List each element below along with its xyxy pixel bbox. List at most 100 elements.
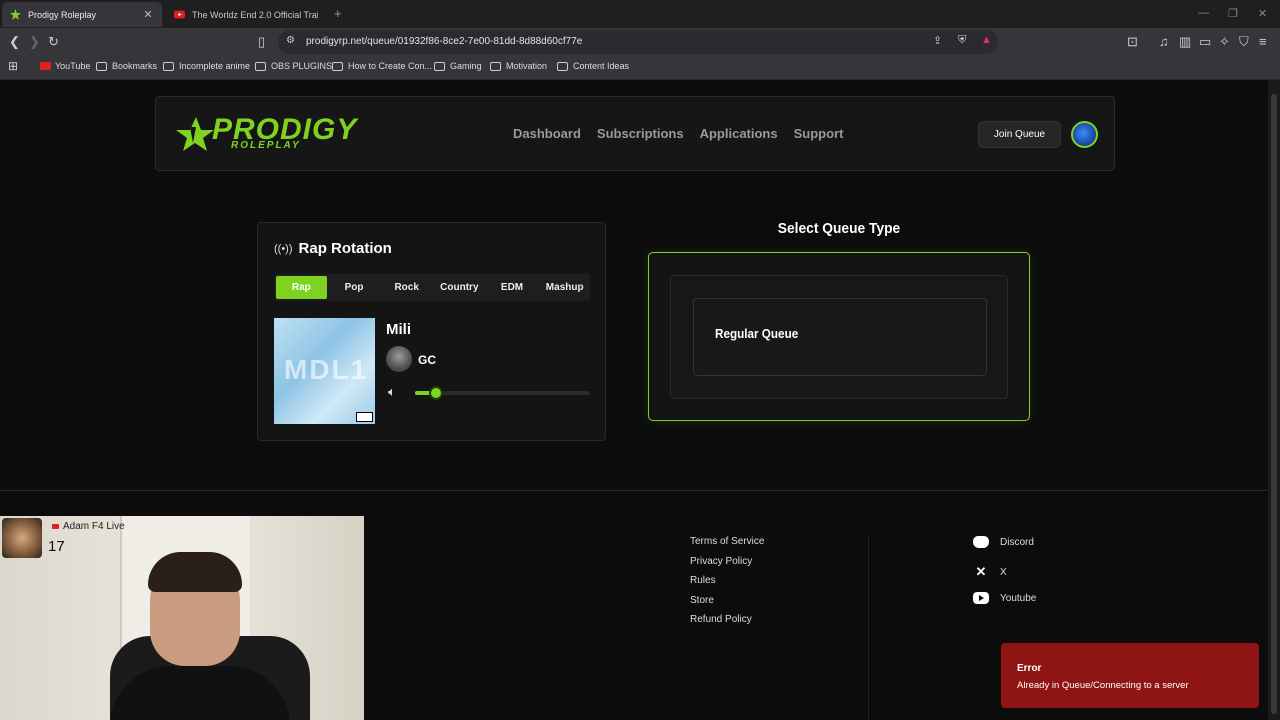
minimize-icon[interactable]: — (1198, 7, 1209, 19)
folder-icon (434, 61, 445, 71)
bookmark-label: Motivation (506, 61, 548, 71)
player-header: ((•)) Rap Rotation (274, 240, 392, 257)
window-close-icon[interactable]: ✕ (1258, 7, 1267, 20)
close-tab-icon[interactable]: ✕ (142, 8, 154, 21)
genre-tab-mashup[interactable]: Mashup (539, 276, 590, 299)
bookmark-label: Gaming (450, 61, 482, 71)
bookmark-how-to-create[interactable]: How to Create Con... (332, 61, 432, 71)
genre-tab-rap[interactable]: Rap (276, 276, 327, 299)
player-title: Rap Rotation (298, 240, 392, 257)
youtube-icon (40, 62, 51, 70)
tab-worldz-end-trailer[interactable]: The Worldz End 2.0 Official Trailer 4K (166, 2, 326, 27)
wallet-icon[interactable]: ▭ (1199, 34, 1211, 50)
forward-icon[interactable]: ❯ (29, 34, 40, 50)
discord-icon (973, 536, 989, 548)
user-avatar[interactable] (1071, 121, 1098, 148)
address-bar[interactable]: ⚙ prodigyrp.net/queue/01932f86-8ce2-7e00… (278, 30, 998, 54)
media-icon[interactable]: ♫ (1159, 34, 1169, 49)
genre-tabs: Rap Pop Rock Country EDM Mashup (274, 274, 590, 301)
brave-shield-icon[interactable]: ⛨ (958, 34, 966, 47)
bookmark-label: Bookmarks (112, 61, 158, 71)
bookmark-label: How to Create Con... (348, 61, 433, 71)
volume-icon[interactable]: 🔈︎ (388, 384, 396, 400)
social-link-youtube[interactable]: Youtube (973, 592, 1036, 604)
social-label: Discord (1000, 536, 1034, 548)
footer-links: Terms of Service Privacy Policy Rules St… (690, 536, 764, 626)
nav-subscriptions[interactable]: Subscriptions (597, 126, 684, 141)
leo-ai-icon[interactable]: ✧ (1219, 34, 1230, 50)
footer-link-store[interactable]: Store (690, 595, 764, 607)
toast-title: Error (1017, 663, 1042, 674)
bookmarks-bar: ⊞ YouTube Bookmarks Incomplete anime OBS… (0, 56, 1280, 80)
artist-name: GC (418, 353, 436, 367)
footer-link-privacy[interactable]: Privacy Policy (690, 556, 764, 568)
url-text: prodigyrp.net/queue/01932f86-8ce2-7e00-8… (306, 36, 583, 47)
footer-link-refund[interactable]: Refund Policy (690, 614, 764, 626)
prodigy-logo[interactable]: PRODIGY ROLEPLAY (174, 113, 369, 155)
tab-title: Prodigy Roleplay (28, 9, 97, 20)
genre-tab-pop[interactable]: Pop (329, 276, 380, 299)
tab-prodigy-roleplay[interactable]: Prodigy Roleplay ✕ (2, 2, 162, 27)
vpn-icon[interactable]: ⛉ (1239, 34, 1249, 50)
join-queue-button[interactable]: Join Queue (978, 121, 1061, 148)
bookmark-bookmarks[interactable]: Bookmarks (96, 61, 157, 71)
rewards-icon[interactable]: ▲ (981, 34, 992, 46)
restore-icon[interactable]: ❐ (1228, 7, 1238, 20)
share-icon[interactable]: ⇪ (933, 34, 942, 47)
new-tab-icon[interactable]: + (334, 6, 342, 21)
apps-grid-icon[interactable]: ⊞ (8, 59, 18, 73)
queue-options-panel: Regular Queue (670, 275, 1008, 399)
album-art-text: MDL1 (284, 354, 369, 385)
genre-tab-edm[interactable]: EDM (487, 276, 538, 299)
artist-avatar (386, 346, 412, 372)
footer-link-rules[interactable]: Rules (690, 575, 764, 587)
regular-queue-label: Regular Queue (715, 326, 799, 341)
browser-tab-bar: Prodigy Roleplay ✕ The Worldz End 2.0 Of… (0, 0, 1280, 28)
reload-icon[interactable]: ↻ (48, 34, 59, 50)
site-header: PRODIGY ROLEPLAY Dashboard Subscriptions… (155, 96, 1115, 171)
bookmark-gaming[interactable]: Gaming (434, 61, 482, 71)
site-info-icon[interactable]: ⚙ (286, 35, 295, 46)
scrollbar-thumb[interactable] (1271, 94, 1277, 714)
nav-applications[interactable]: Applications (700, 126, 778, 141)
back-icon[interactable]: ❮ (9, 34, 20, 50)
genre-tab-rock[interactable]: Rock (381, 276, 432, 299)
social-label: Youtube (1000, 592, 1037, 604)
webcam-streamer-hair (148, 552, 242, 592)
streamer-name: Adam F4 Live (52, 521, 125, 532)
browser-toolbar: ❮ ❯ ↻ ▯ ⚙ prodigyrp.net/queue/01932f86-8… (0, 28, 1280, 56)
logo-star-icon (176, 117, 214, 151)
nav-dashboard[interactable]: Dashboard (513, 126, 581, 141)
social-link-discord[interactable]: Discord (973, 536, 1034, 548)
bookmark-incomplete-anime[interactable]: Incomplete anime (163, 61, 250, 71)
viewer-count: 17 (48, 538, 65, 555)
webcam-overlay: Adam F4 Live 17 (0, 516, 364, 720)
footer-link-terms[interactable]: Terms of Service (690, 536, 764, 548)
album-cover: MDL1 (274, 318, 375, 424)
genre-tab-country[interactable]: Country (434, 276, 485, 299)
page-scrollbar[interactable] (1268, 80, 1280, 720)
folder-icon (557, 61, 568, 71)
social-link-x[interactable]: ✕ X (973, 564, 1007, 580)
menu-icon[interactable]: ≡ (1259, 34, 1267, 49)
bookmark-label: OBS PLUGINS (271, 61, 333, 71)
bookmark-motivation[interactable]: Motivation (490, 61, 547, 71)
error-toast[interactable]: Error Already in Queue/Connecting to a s… (1001, 643, 1259, 708)
footer-column-divider (868, 535, 869, 720)
volume-handle[interactable] (429, 386, 443, 400)
screenshot-icon[interactable]: ⊡ (1127, 34, 1138, 50)
folder-icon (255, 61, 266, 71)
bookmark-obs-plugins[interactable]: OBS PLUGINS (255, 61, 332, 71)
regular-queue-button[interactable]: Regular Queue (693, 298, 987, 376)
parental-advisory-icon (356, 412, 373, 422)
sidebar-icon[interactable]: ▥ (1179, 34, 1191, 50)
main-nav: Dashboard Subscriptions Applications Sup… (513, 126, 843, 141)
volume-slider[interactable] (415, 386, 590, 400)
bookmark-page-icon[interactable]: ▯ (258, 34, 265, 50)
bookmark-youtube[interactable]: YouTube (40, 61, 90, 71)
bookmark-content-ideas[interactable]: Content Ideas (557, 61, 629, 71)
nav-support[interactable]: Support (794, 126, 844, 141)
radio-broadcast-icon: ((•)) (274, 242, 293, 255)
x-icon: ✕ (975, 564, 987, 579)
youtube-icon (973, 592, 989, 604)
